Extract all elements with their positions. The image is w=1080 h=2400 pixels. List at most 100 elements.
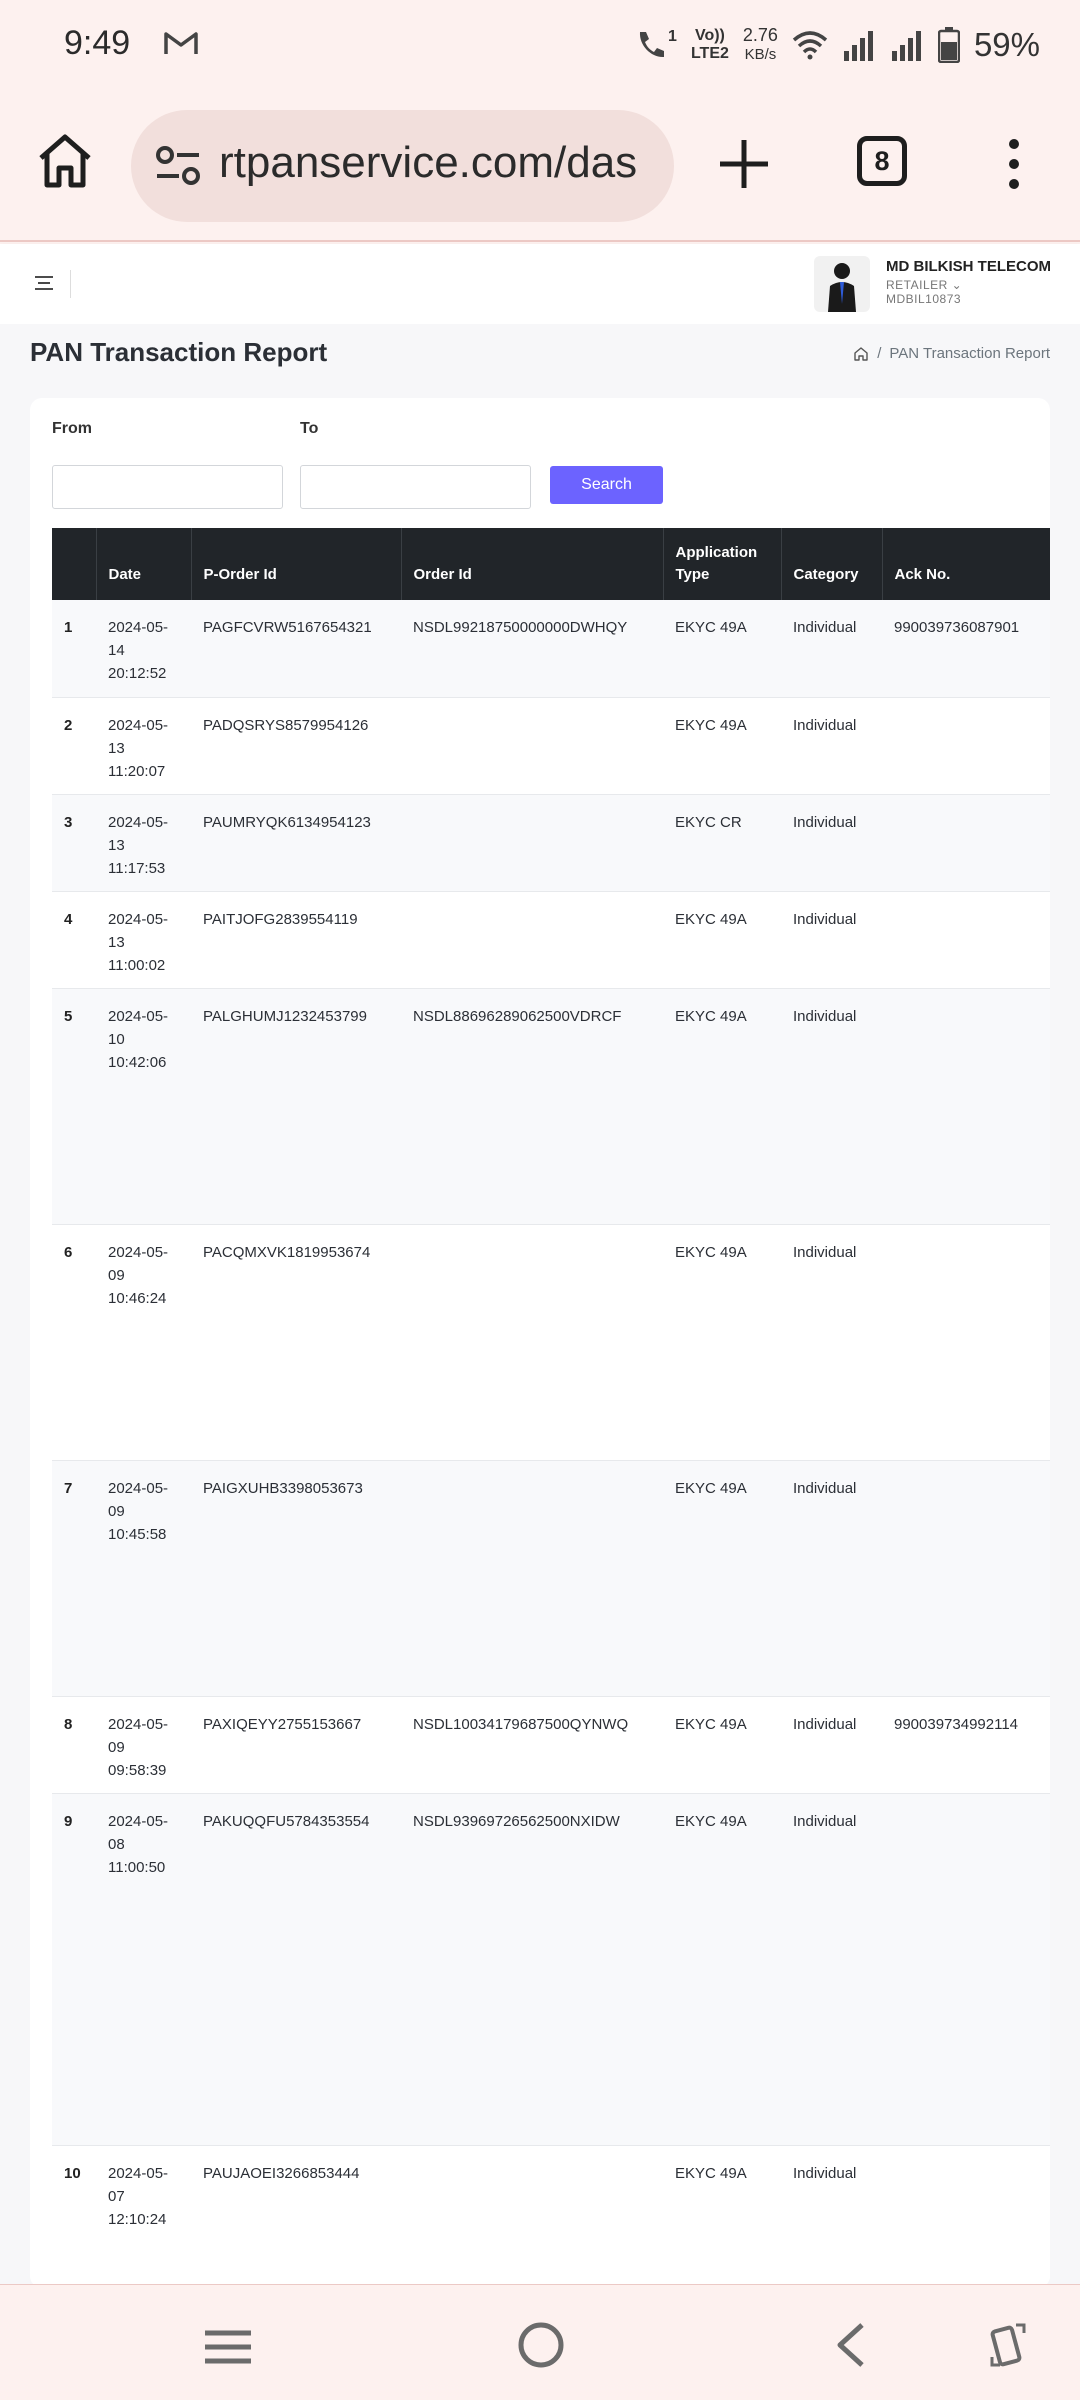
cell-sn: 8 [64,1715,73,1733]
wifi-icon [792,31,828,60]
table-row: 9 2024-05-08 11:00:50 PAKUQQFU5784353554… [52,1793,1050,2145]
table-row: 7 2024-05-09 10:45:58 PAIGXUHB3398053673… [52,1460,1050,1696]
breadcrumb-current: PAN Transaction Report [889,345,1050,362]
cell-application-type: EKYC 49A [675,619,747,636]
cell-category: Individual [793,1007,857,1025]
sidebar-toggle-icon[interactable] [34,274,54,292]
cell-ack-no [882,988,1050,1224]
table-row: 1 2024-05-14 20:12:52 PAGFCVRW5167654321… [52,600,1050,697]
user-name[interactable]: MD BILKISH TELECOM [886,258,1051,275]
cell-sn: 1 [64,619,73,636]
new-tab-icon[interactable] [716,136,772,192]
page-title: PAN Transaction Report [30,337,328,367]
cell-ack-no [882,891,1050,988]
cell-ack-no [882,1793,1050,2145]
gmail-icon [164,32,198,54]
cell-order-id [401,794,663,891]
cell-order-id [401,2145,663,2285]
col-header-application-type[interactable]: Application Type [663,528,782,600]
cell-category: Individual [793,1812,857,1830]
cell-ack-no [882,2145,1050,2285]
back-icon[interactable] [832,2321,868,2369]
network-speed: 2.76 KB/s [742,25,778,63]
cell-ack-no [882,697,1050,794]
table-row: 5 2024-05-10 10:42:06 PALGHUMJ1232453799… [52,988,1050,1224]
cell-porder-id: PAITJOFG2839554119 [203,910,358,928]
cell-application-type: EKYC CR [675,813,742,831]
more-menu-icon[interactable] [1000,138,1028,190]
status-time: 9:49 [64,24,131,62]
browser-toolbar: rtpanservice.com/das 8 [0,92,1080,242]
cell-order-id [401,1224,663,1460]
cell-ack-no: 990039734992114 [894,1715,1019,1733]
rotate-screen-icon[interactable] [988,2321,1028,2369]
cell-order-id: NSDL99218750000000DWHQY [413,619,628,636]
to-date-input[interactable] [300,465,531,509]
from-date-input[interactable] [52,465,283,509]
col-header-category[interactable]: Category [781,528,883,600]
system-nav-bar [0,2284,1080,2400]
col-header-date[interactable]: Date [96,528,192,600]
cell-porder-id: PAGFCVRW5167654321 [203,619,372,636]
cell-date: 2024-05-13 11:20:07 [108,716,169,780]
breadcrumb-home-icon[interactable] [853,346,869,362]
cell-category: Individual [793,813,857,831]
cell-application-type: EKYC 49A [675,1479,747,1497]
col-header-ack-no[interactable]: Ack No. [882,528,1050,600]
cell-date: 2024-05-09 09:58:39 [108,1715,169,1779]
cell-date: 2024-05-07 12:10:24 [108,2164,169,2228]
cell-application-type: EKYC 49A [675,1715,747,1733]
cell-category: Individual [793,716,857,734]
cell-ack-no [882,1460,1050,1696]
cell-application-type: EKYC 49A [675,1007,747,1025]
breadcrumb: / PAN Transaction Report [853,345,1050,362]
cell-application-type: EKYC 49A [675,910,747,928]
cell-application-type: EKYC 49A [675,1812,747,1830]
cell-application-type: EKYC 49A [675,716,747,734]
cell-sn: 2 [64,716,73,734]
cell-category: Individual [793,619,857,636]
cell-date: 2024-05-10 10:42:06 [108,1007,169,1071]
cell-date: 2024-05-13 11:17:53 [108,813,169,877]
user-avatar-icon [828,263,856,312]
cell-sn: 3 [64,813,73,831]
user-role[interactable]: RETAILER ⌄ [886,278,962,292]
cell-category: Individual [793,1243,857,1261]
table-row: 3 2024-05-13 11:17:53 PAUMRYQK6134954123… [52,794,1050,891]
cell-sn: 9 [64,1812,73,1830]
cell-ack-no: 990039736087901 [894,619,1020,636]
cell-order-id: NSDL93969726562500NXIDW [413,1812,620,1830]
cell-category: Individual [793,2164,857,2182]
home-icon[interactable] [36,132,94,190]
breadcrumb-separator: / [877,345,882,362]
cell-sn: 4 [64,910,73,928]
cell-order-id [401,891,663,988]
recent-apps-icon[interactable] [203,2327,253,2367]
cell-date: 2024-05-09 10:45:58 [108,1479,169,1543]
site-settings-icon[interactable] [155,145,201,187]
signal-icon-2 [891,31,921,61]
cell-category: Individual [793,1715,857,1733]
avatar[interactable] [814,256,870,312]
cell-order-id [401,1460,663,1696]
table-row: 2 2024-05-13 11:20:07 PADQSRYS8579954126… [52,697,1050,794]
signal-icon [843,31,873,61]
cell-sn: 10 [64,2164,81,2182]
report-card: From To Search Date P-Order Id Order Id … [30,398,1050,2288]
table-row: 6 2024-05-09 10:46:24 PACQMXVK1819953674… [52,1224,1050,1460]
search-button[interactable]: Search [550,466,663,504]
header-divider [70,270,71,298]
cell-date: 2024-05-09 10:46:24 [108,1243,169,1307]
cell-date: 2024-05-14 20:12:52 [108,619,169,682]
tab-switcher-button[interactable]: 8 [857,136,907,186]
cell-ack-no [882,794,1050,891]
col-header-order-id[interactable]: Order Id [401,528,664,600]
address-bar[interactable]: rtpanservice.com/das [131,110,674,222]
cell-porder-id: PAKUQQFU5784353554 [203,1812,370,1830]
cell-category: Individual [793,910,857,928]
cell-sn: 5 [64,1007,73,1025]
transaction-table: Date P-Order Id Order Id Application Typ… [52,528,1050,2286]
home-circle-icon[interactable] [516,2320,566,2370]
col-header-porder-id[interactable]: P-Order Id [191,528,402,600]
cell-category: Individual [793,1479,857,1497]
